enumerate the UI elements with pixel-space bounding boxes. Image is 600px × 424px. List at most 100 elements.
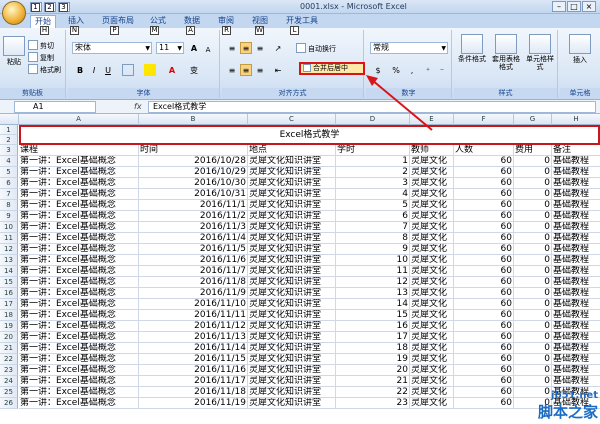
table-cell[interactable]: 2016/11/5 [139, 244, 248, 255]
table-cell[interactable]: 灵犀文化 [410, 365, 454, 376]
table-cell[interactable]: 4 [336, 189, 410, 200]
border-button[interactable] [122, 64, 134, 76]
bold-button[interactable]: B [74, 64, 86, 76]
table-cell[interactable]: 11 [336, 266, 410, 277]
table-cell[interactable]: 第一讲：Excel基础概念 [19, 167, 139, 178]
table-cell[interactable]: 第一讲：Excel基础概念 [19, 310, 139, 321]
table-cell[interactable]: 14 [336, 299, 410, 310]
conditional-format-button[interactable]: 条件格式 [456, 34, 488, 63]
table-cell[interactable]: 0 [514, 244, 552, 255]
column-header-g[interactable]: G [514, 114, 552, 125]
table-cell[interactable]: 基础教程 [552, 266, 600, 277]
table-cell[interactable]: 灵犀文化 [410, 387, 454, 398]
currency-icon[interactable]: $ [372, 64, 384, 76]
table-cell[interactable]: 0 [514, 178, 552, 189]
table-cell[interactable]: 60 [454, 299, 514, 310]
table-cell[interactable]: 0 [514, 288, 552, 299]
table-cell[interactable]: 基础教程 [552, 156, 600, 167]
table-cell[interactable]: 0 [514, 167, 552, 178]
table-cell[interactable]: 2016/11/1 [139, 200, 248, 211]
table-cell[interactable]: 第一讲：Excel基础概念 [19, 376, 139, 387]
table-cell[interactable]: 基础教程 [552, 343, 600, 354]
table-cell[interactable]: 灵犀文化知识讲堂 [248, 365, 336, 376]
row-header[interactable]: 17 [0, 299, 18, 310]
table-cell[interactable]: 10 [336, 255, 410, 266]
row-header[interactable]: 10 [0, 222, 18, 233]
table-cell[interactable]: 基础教程 [552, 167, 600, 178]
increase-decimal-icon[interactable]: ⁺ [422, 64, 434, 76]
decrease-decimal-icon[interactable]: ⁻ [436, 64, 448, 76]
close-button[interactable]: × [582, 1, 596, 12]
table-cell[interactable]: 基础教程 [552, 277, 600, 288]
table-cell[interactable]: 基础教程 [552, 354, 600, 365]
row-header[interactable]: 20 [0, 332, 18, 343]
table-cell[interactable]: 2016/11/18 [139, 387, 248, 398]
table-cell[interactable]: 0 [514, 255, 552, 266]
grow-font-button[interactable]: A [188, 42, 200, 54]
table-cell[interactable]: 第一讲：Excel基础概念 [19, 266, 139, 277]
table-cell[interactable]: 60 [454, 233, 514, 244]
table-cell[interactable]: 2016/11/16 [139, 365, 248, 376]
table-cell[interactable]: 灵犀文化知识讲堂 [248, 222, 336, 233]
table-cell[interactable]: 18 [336, 343, 410, 354]
percent-button[interactable]: % [390, 64, 402, 76]
table-cell[interactable]: 60 [454, 376, 514, 387]
table-cell[interactable]: 第一讲：Excel基础概念 [19, 365, 139, 376]
table-cell[interactable]: 灵犀文化知识讲堂 [248, 178, 336, 189]
table-cell[interactable]: 60 [454, 398, 514, 409]
table-cell[interactable]: 2016/11/19 [139, 398, 248, 409]
table-cell[interactable]: 基础教程 [552, 310, 600, 321]
table-cell[interactable]: 2016/11/3 [139, 222, 248, 233]
table-cell[interactable]: 3 [336, 178, 410, 189]
row-header[interactable]: 14 [0, 266, 18, 277]
table-cell[interactable]: 灵犀文化知识讲堂 [248, 200, 336, 211]
table-cell[interactable]: 灵犀文化 [410, 299, 454, 310]
table-cell[interactable]: 第一讲：Excel基础概念 [19, 233, 139, 244]
table-cell[interactable]: 灵犀文化 [410, 354, 454, 365]
row-header[interactable]: 25 [0, 387, 18, 398]
table-cell[interactable]: 第一讲：Excel基础概念 [19, 277, 139, 288]
table-cell[interactable]: 0 [514, 189, 552, 200]
table-cell[interactable]: 第一讲：Excel基础概念 [19, 299, 139, 310]
table-cell[interactable]: 第一讲：Excel基础概念 [19, 211, 139, 222]
column-header-c[interactable]: C [248, 114, 336, 125]
table-cell[interactable]: 基础教程 [552, 299, 600, 310]
table-cell[interactable]: 60 [454, 244, 514, 255]
table-cell[interactable]: 16 [336, 321, 410, 332]
table-cell[interactable]: 灵犀文化知识讲堂 [248, 343, 336, 354]
table-cell[interactable]: 灵犀文化 [410, 222, 454, 233]
shrink-font-button[interactable]: A [202, 43, 214, 55]
fx-icon[interactable]: fx [134, 102, 142, 111]
table-cell[interactable]: 第一讲：Excel基础概念 [19, 288, 139, 299]
row-header[interactable]: 1 [0, 125, 18, 135]
select-all-corner[interactable] [0, 114, 19, 125]
row-header[interactable]: 9 [0, 211, 18, 222]
table-cell[interactable]: 灵犀文化 [410, 167, 454, 178]
table-cell[interactable]: 灵犀文化知识讲堂 [248, 266, 336, 277]
font-name-combo[interactable]: 宋体 ▼ [72, 42, 152, 54]
table-cell[interactable]: 灵犀文化 [410, 233, 454, 244]
table-cell[interactable]: 2016/11/7 [139, 266, 248, 277]
align-left-icon[interactable]: ≡ [226, 64, 238, 76]
minimize-button[interactable]: – [552, 1, 566, 12]
align-middle-icon[interactable]: ≡ [240, 42, 252, 54]
table-cell[interactable]: 基础教程 [552, 189, 600, 200]
table-cell[interactable]: 基础教程 [552, 211, 600, 222]
table-cell[interactable]: 60 [454, 365, 514, 376]
table-cell[interactable]: 灵犀文化知识讲堂 [248, 321, 336, 332]
table-cell[interactable]: 0 [514, 354, 552, 365]
table-cell[interactable]: 2016/11/15 [139, 354, 248, 365]
table-cell[interactable]: 2016/11/10 [139, 299, 248, 310]
table-cell[interactable]: 灵犀文化 [410, 376, 454, 387]
table-cell[interactable]: 9 [336, 244, 410, 255]
header-cell[interactable]: 费用 [514, 145, 552, 156]
row-header[interactable]: 16 [0, 288, 18, 299]
row-header[interactable]: 21 [0, 343, 18, 354]
table-cell[interactable]: 灵犀文化 [410, 343, 454, 354]
column-header-d[interactable]: D [336, 114, 410, 125]
table-cell[interactable]: 0 [514, 299, 552, 310]
table-cell[interactable]: 2016/11/14 [139, 343, 248, 354]
table-cell[interactable]: 2016/11/12 [139, 321, 248, 332]
table-cell[interactable]: 60 [454, 211, 514, 222]
indent-icon[interactable]: ⇤ [272, 64, 284, 76]
